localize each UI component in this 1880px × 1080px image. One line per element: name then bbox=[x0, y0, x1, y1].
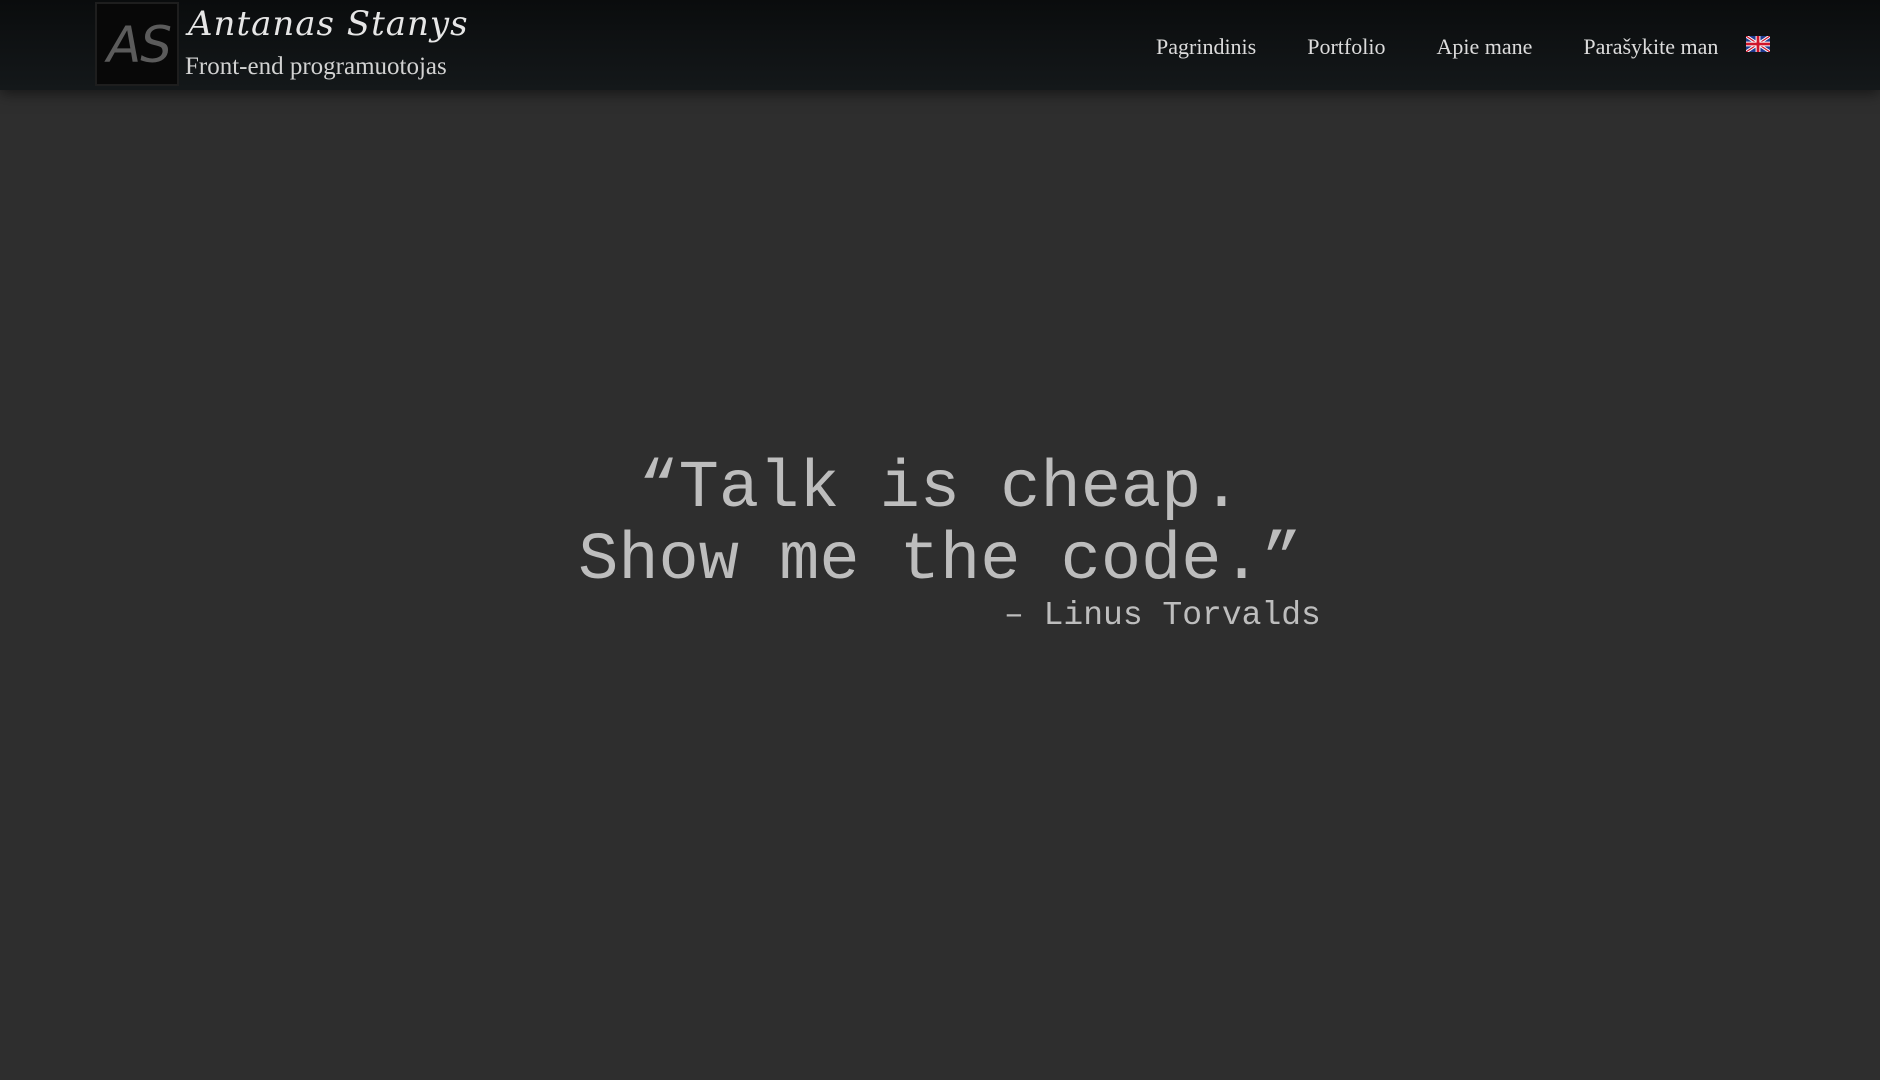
logo-icon: AS bbox=[95, 2, 179, 86]
quote-line-1: “Talk is cheap. bbox=[638, 451, 1242, 527]
nav-item-contact[interactable]: Parašykite man bbox=[1583, 36, 1718, 58]
quote-attribution: – Linus Torvalds bbox=[1004, 597, 1321, 634]
nav-item-portfolio[interactable]: Portfolio bbox=[1307, 36, 1385, 58]
nav-item-home[interactable]: Pagrindinis bbox=[1156, 36, 1256, 58]
site-header: AS Antanas Stanys Front-end programuotoj… bbox=[0, 0, 1880, 90]
brand-name: Antanas Stanys bbox=[188, 4, 469, 44]
quote-line-2: Show me the code.” bbox=[578, 523, 1302, 599]
nav-item-about[interactable]: Apie mane bbox=[1436, 36, 1532, 58]
main-nav: Pagrindinis Portfolio Apie mane Parašyki… bbox=[1156, 30, 1771, 64]
uk-flag-icon[interactable] bbox=[1746, 36, 1771, 52]
brand-subtitle: Front-end programuotojas bbox=[185, 53, 447, 80]
logo-mark: AS bbox=[107, 16, 172, 74]
